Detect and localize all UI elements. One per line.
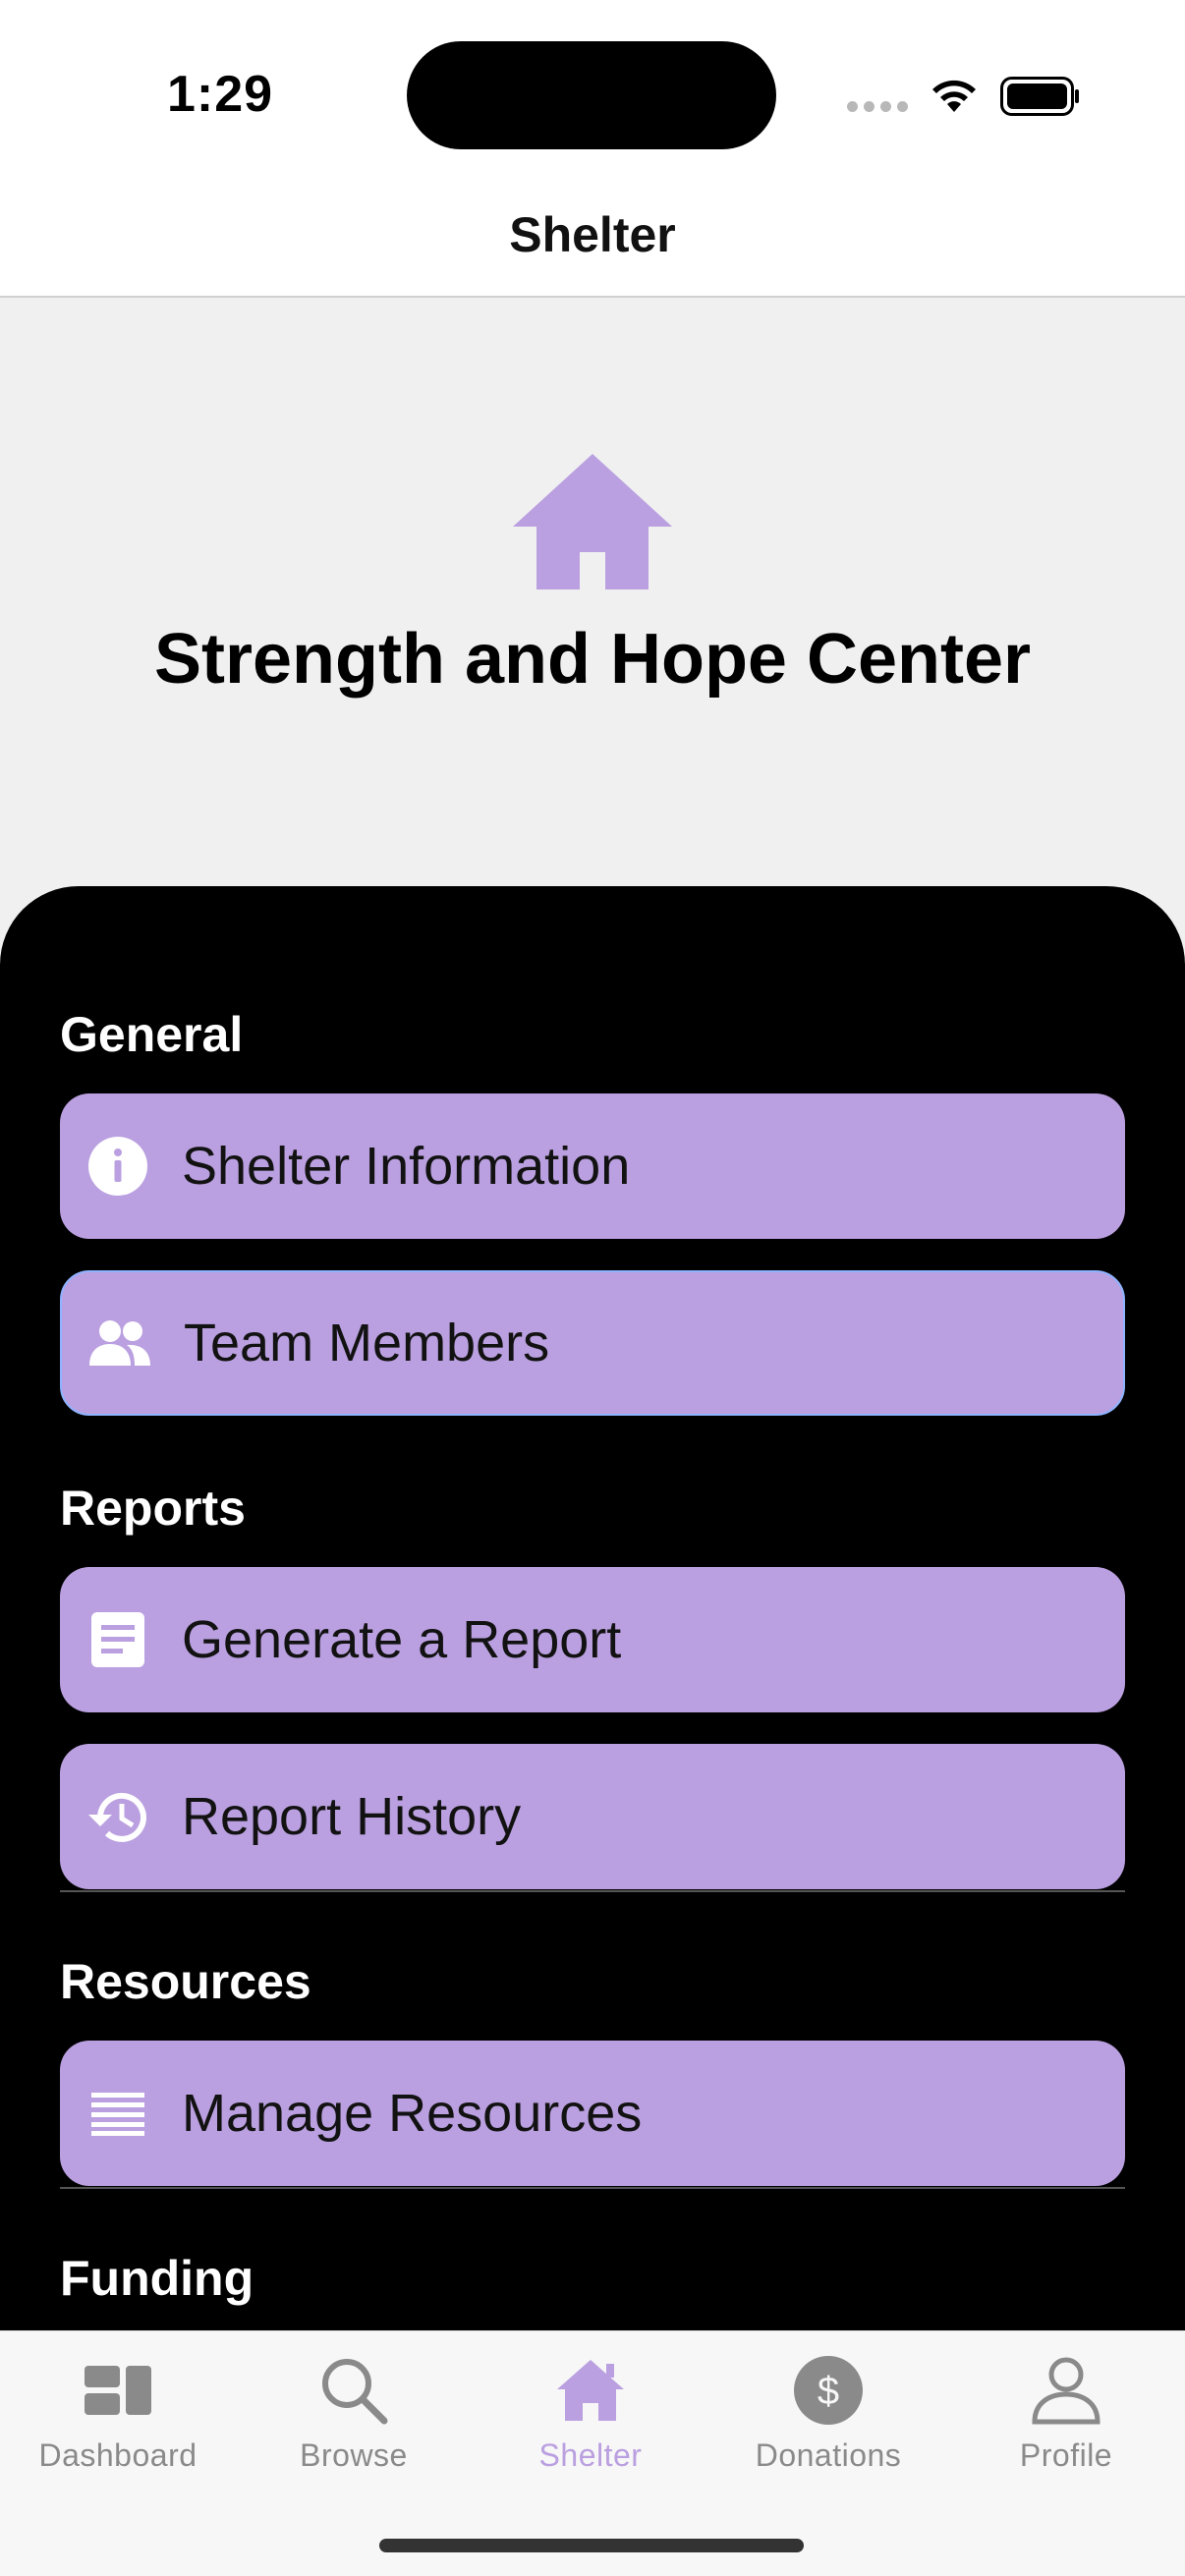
- dollar-icon: $: [789, 2351, 868, 2430]
- row-label: Generate a Report: [182, 1610, 622, 1669]
- tab-label: Profile: [1019, 2437, 1113, 2473]
- tab-label: Dashboard: [38, 2437, 198, 2473]
- people-icon: [87, 1311, 152, 1375]
- svg-text:$: $: [818, 2370, 839, 2413]
- nav-title: Shelter: [509, 207, 676, 262]
- shelter-information-button[interactable]: Shelter Information: [60, 1093, 1125, 1239]
- row-label: Report History: [182, 1787, 522, 1846]
- team-members-button[interactable]: Team Members: [60, 1270, 1125, 1416]
- document-icon: [85, 1607, 150, 1672]
- tab-browse[interactable]: Browse: [236, 2351, 472, 2489]
- tab-shelter[interactable]: Shelter: [473, 2351, 708, 2489]
- section-title-resources: Resources: [60, 1954, 311, 2009]
- tab-dashboard[interactable]: Dashboard: [0, 2351, 236, 2489]
- navigation-bar: Shelter: [0, 177, 1185, 298]
- row-label: Manage Resources: [182, 2084, 643, 2143]
- status-time: 1:29: [167, 66, 274, 123]
- section-title-funding: Funding: [60, 2251, 254, 2306]
- list-icon: [85, 2081, 150, 2146]
- section-divider: [60, 2187, 1125, 2189]
- generate-report-button[interactable]: Generate a Report: [60, 1567, 1125, 1712]
- battery-icon: [1000, 77, 1079, 116]
- house-icon: [551, 2351, 630, 2430]
- section-title-reports: Reports: [60, 1481, 246, 1536]
- section-divider: [60, 1890, 1125, 1892]
- info-icon: [85, 1134, 150, 1199]
- dashboard-icon: [79, 2351, 157, 2430]
- dynamic-island: [407, 41, 776, 149]
- section-title-general: General: [60, 1007, 244, 1062]
- person-icon: [1027, 2351, 1105, 2430]
- history-icon: [85, 1784, 150, 1849]
- tab-donations[interactable]: $ Donations: [710, 2351, 946, 2489]
- tab-label: Browse: [300, 2437, 408, 2473]
- search-icon: [314, 2351, 393, 2430]
- tab-label: Donations: [755, 2437, 902, 2473]
- row-label: Shelter Information: [182, 1137, 631, 1196]
- home-indicator[interactable]: [379, 2539, 804, 2552]
- tab-label: Shelter: [538, 2437, 643, 2473]
- wifi-icon: [932, 80, 976, 112]
- shelter-name: Strength and Hope Center: [153, 620, 1032, 699]
- report-history-button[interactable]: Report History: [60, 1744, 1125, 1889]
- cellular-signal-icon: [847, 101, 908, 112]
- house-icon: [513, 454, 672, 589]
- row-label: Team Members: [184, 1314, 550, 1372]
- status-bar: 1:29: [0, 0, 1185, 177]
- tab-profile[interactable]: Profile: [948, 2351, 1184, 2489]
- manage-resources-button[interactable]: Manage Resources: [60, 2041, 1125, 2186]
